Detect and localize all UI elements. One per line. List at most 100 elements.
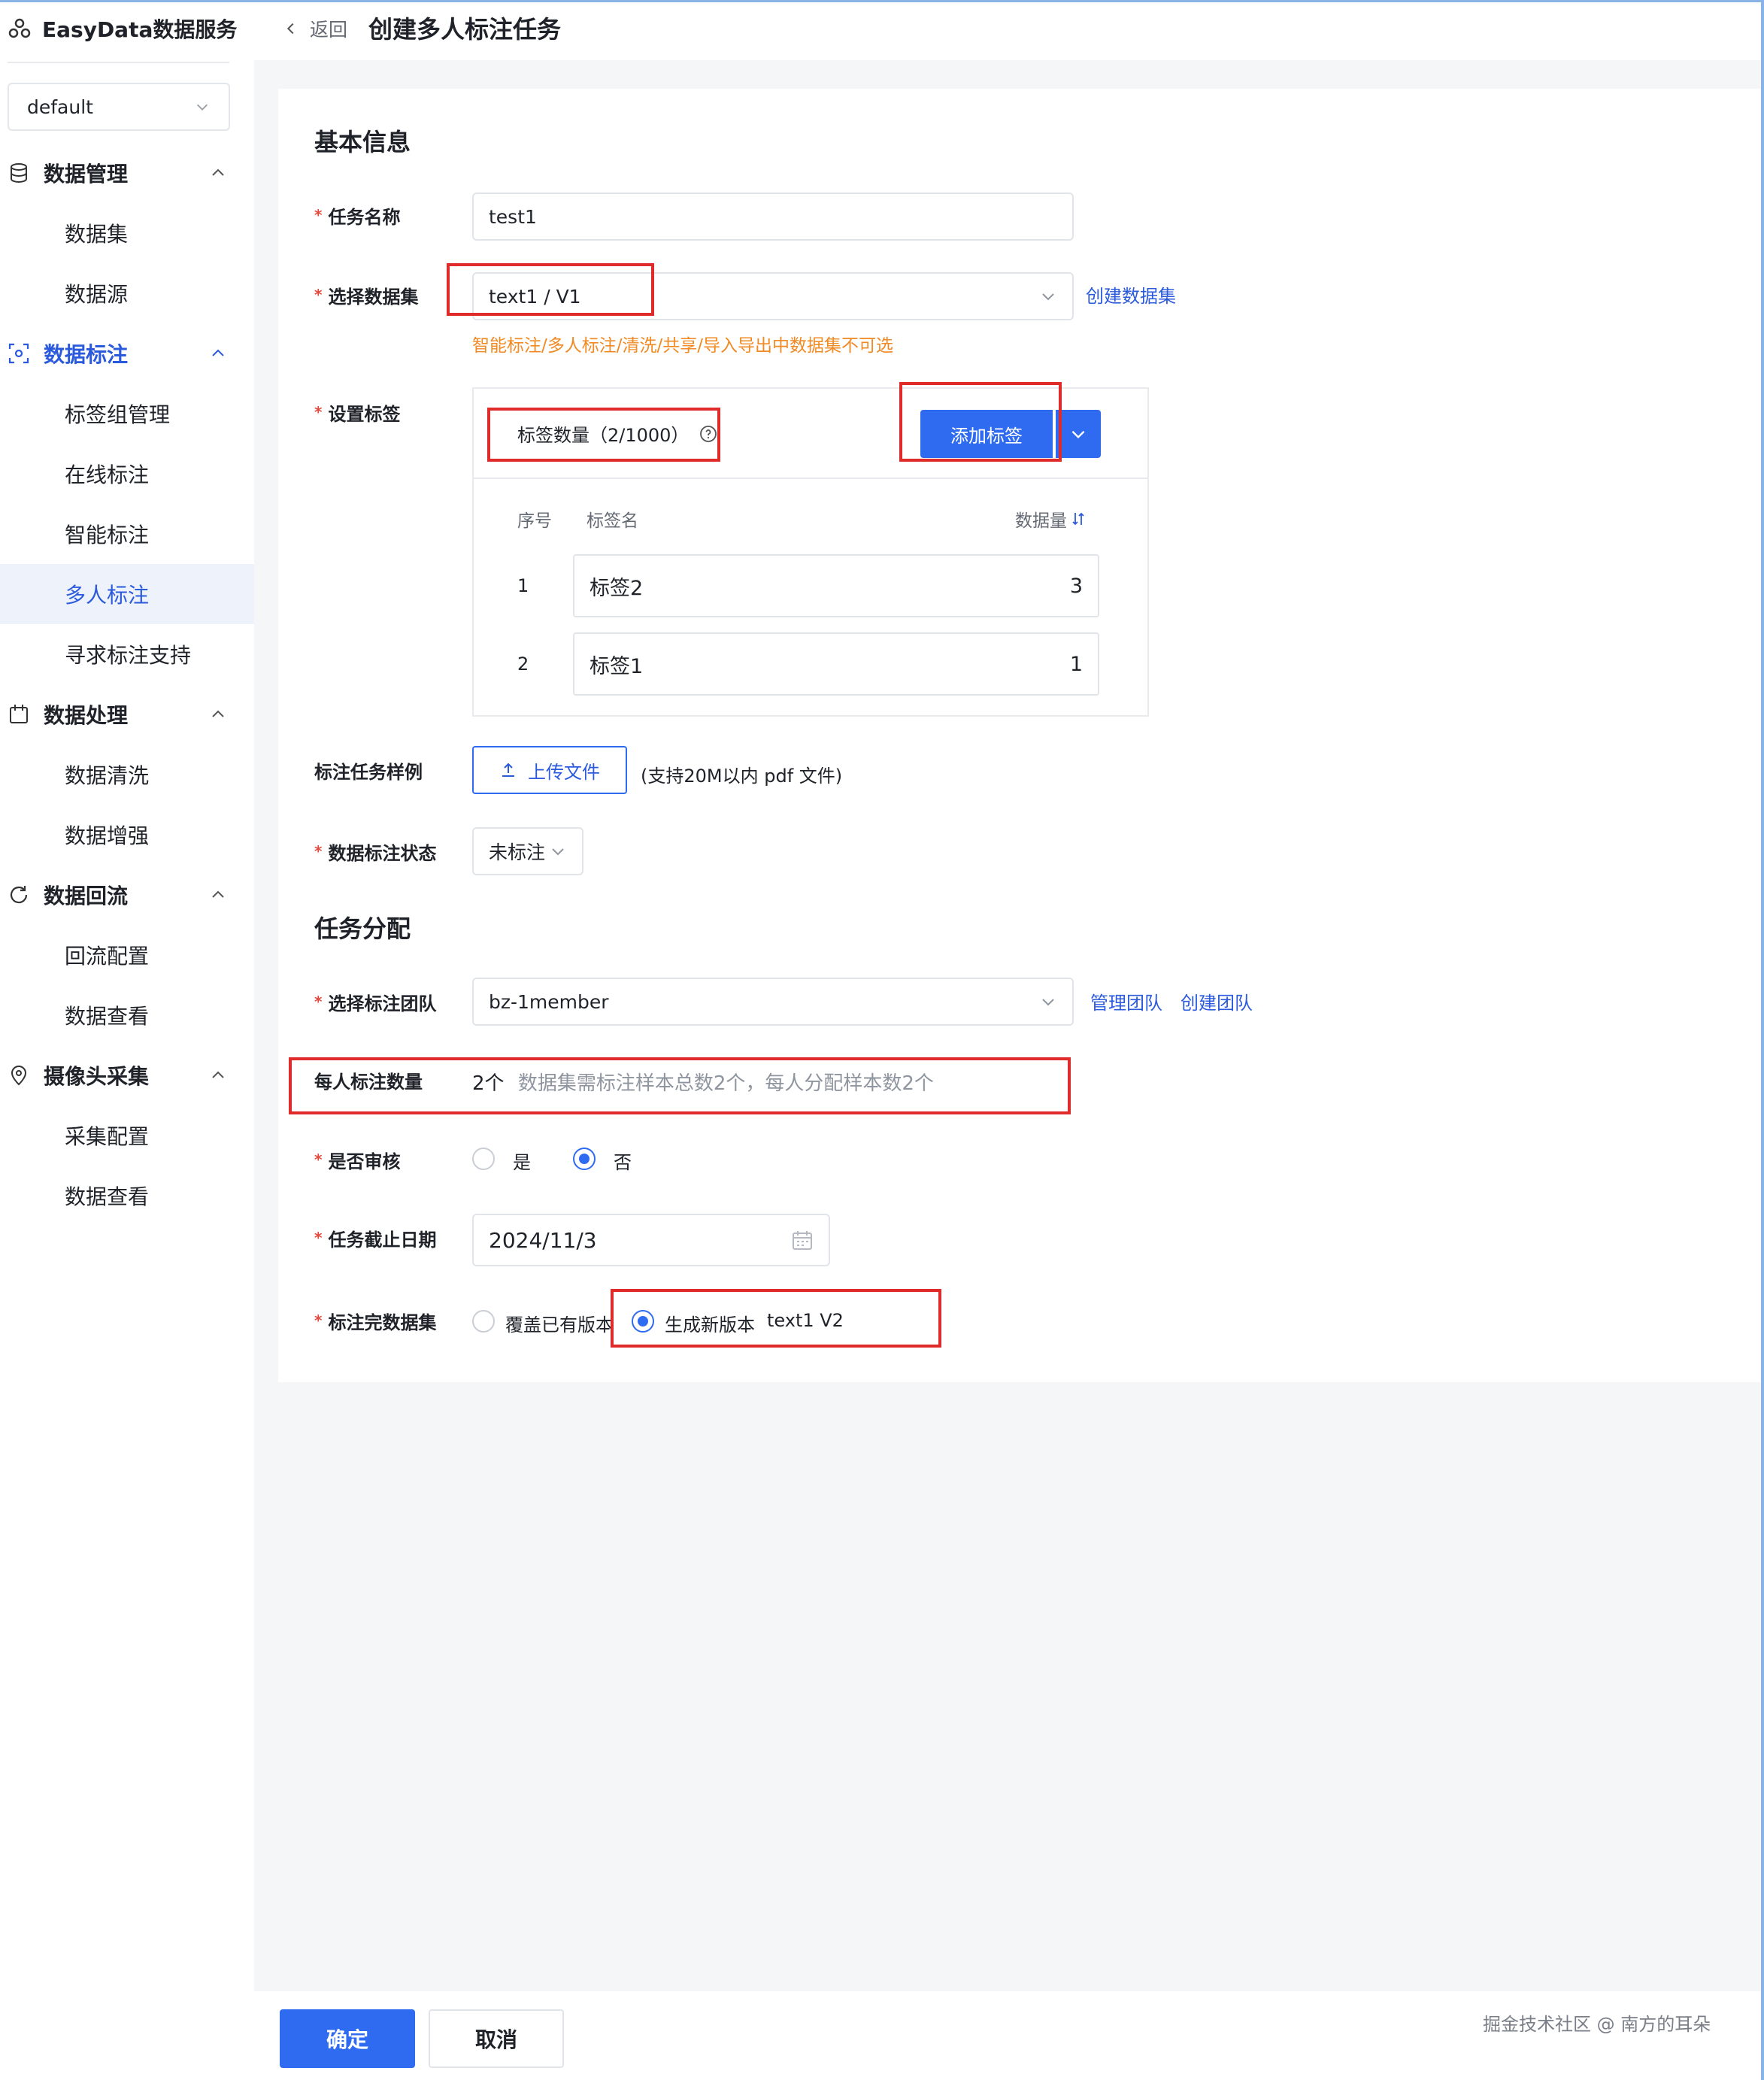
task-name-value: test1: [489, 205, 537, 228]
workspace-select[interactable]: default: [8, 83, 230, 131]
tag-name: 标签2: [590, 576, 644, 600]
task-name-input[interactable]: test1: [472, 193, 1074, 241]
tag-data-count: 1: [1069, 652, 1083, 676]
chevron-up-icon: [212, 168, 224, 176]
deadline-date-picker[interactable]: 2024/11/3: [472, 1214, 830, 1266]
review-no-radio[interactable]: [573, 1148, 596, 1170]
chevron-down-icon: [1042, 999, 1054, 1006]
label-text: 标注完数据集: [328, 1311, 437, 1333]
label-text: 数据标注状态: [328, 842, 437, 864]
add-tag-dropdown-button[interactable]: [1056, 410, 1101, 458]
chevron-up-icon: [212, 890, 224, 898]
back-button[interactable]: 返回: [283, 14, 347, 44]
status-label: * 数据标注状态: [314, 836, 436, 866]
sidebar-item-datasets[interactable]: 数据集: [0, 203, 254, 263]
location-icon: [11, 1066, 27, 1086]
nav-group-data-annotation[interactable]: 数据标注: [0, 331, 254, 376]
cancel-button[interactable]: 取消: [429, 2009, 564, 2068]
nav-group-data-backflow[interactable]: 数据回流: [0, 872, 254, 917]
nav-group-data-management[interactable]: 数据管理: [0, 150, 254, 196]
tag-row-index: 1: [517, 575, 529, 596]
nav-group-label: 数据回流: [44, 884, 129, 908]
review-label: * 是否审核: [314, 1145, 400, 1175]
tag-row[interactable]: 标签2 3: [573, 554, 1099, 617]
highlight-box: [487, 408, 720, 462]
deadline-value: 2024/11/3: [489, 1227, 597, 1253]
nav-group-label: 数据标注: [44, 342, 129, 367]
review-no-label[interactable]: 否: [614, 1148, 632, 1174]
sidebar-item-capture-config[interactable]: 采集配置: [0, 1105, 254, 1166]
tag-data-count: 3: [1069, 574, 1083, 598]
sample-label: 标注任务样例: [314, 755, 423, 785]
refresh-icon: [10, 886, 28, 904]
review-yes-radio[interactable]: [472, 1148, 495, 1170]
sort-icon: [1072, 512, 1084, 526]
form-footer: 确定 取消: [254, 1991, 1761, 2080]
sidebar-item-annotation-support[interactable]: 寻求标注支持: [0, 624, 254, 684]
required-mark: *: [314, 993, 323, 1011]
upload-file-button[interactable]: 上传文件: [472, 746, 627, 794]
watermark: 掘金技术社区 @ 南方的耳朵: [1483, 2014, 1711, 2035]
upload-button-label: 上传文件: [528, 761, 600, 783]
nav-group-camera-capture[interactable]: 摄像头采集: [0, 1053, 254, 1098]
create-team-link[interactable]: 创建团队: [1181, 988, 1253, 1014]
label-text: 标注任务样例: [314, 761, 423, 783]
calendar-icon: [793, 1231, 812, 1250]
column-header-count[interactable]: 数据量: [1015, 506, 1085, 532]
required-mark: *: [314, 1311, 323, 1330]
chevron-down-icon: [196, 104, 208, 111]
status-select[interactable]: 未标注: [472, 827, 583, 875]
sidebar-item-smart-annotation[interactable]: 智能标注: [0, 504, 254, 564]
chevron-up-icon: [212, 1071, 224, 1078]
overwrite-version-label[interactable]: 覆盖已有版本: [505, 1310, 614, 1336]
highlight-box: [611, 1289, 941, 1348]
sidebar-item-data-sources[interactable]: 数据源: [0, 263, 254, 323]
highlight-box: [447, 263, 654, 316]
label-text: 选择标注团队: [328, 993, 437, 1014]
nav-group-label: 数据处理: [44, 703, 129, 728]
create-dataset-link[interactable]: 创建数据集: [1086, 281, 1176, 308]
chevron-down-icon: [1071, 430, 1085, 439]
nav-group-label: 摄像头采集: [44, 1064, 150, 1089]
column-header-count-label: 数据量: [1015, 511, 1067, 531]
overwrite-version-radio[interactable]: [472, 1310, 495, 1333]
back-label: 返回: [310, 19, 348, 41]
required-mark: *: [314, 1151, 323, 1169]
brand[interactable]: EasyData数据服务: [8, 14, 237, 44]
sidebar-item-data-cleaning[interactable]: 数据清洗: [0, 744, 254, 805]
divider: [474, 478, 1147, 479]
team-label: * 选择标注团队: [314, 987, 436, 1017]
review-yes-label[interactable]: 是: [513, 1148, 531, 1174]
sidebar-item-multi-annotation[interactable]: 多人标注: [0, 564, 254, 624]
sidebar: EasyData数据服务 default 数据管理 数据集 数据源 数据标注 标…: [0, 0, 254, 2080]
label-text: 选择数据集: [328, 286, 419, 308]
team-select[interactable]: bz-1member: [472, 978, 1074, 1026]
page-title: 创建多人标注任务: [368, 15, 562, 44]
sidebar-item-data-augmentation[interactable]: 数据增强: [0, 805, 254, 865]
divider: [8, 62, 229, 63]
sidebar-item-backflow-config[interactable]: 回流配置: [0, 925, 254, 985]
nav-group-data-processing[interactable]: 数据处理: [0, 692, 254, 737]
dataset-hint: 智能标注/多人标注/清洗/共享/导入导出中数据集不可选: [472, 336, 893, 356]
sidebar-item-tag-groups[interactable]: 标签组管理: [0, 384, 254, 444]
highlight-box: [289, 1057, 1071, 1114]
database-icon: [11, 163, 27, 183]
manage-team-link[interactable]: 管理团队: [1090, 988, 1162, 1014]
sidebar-item-backflow-data-view[interactable]: 数据查看: [0, 985, 254, 1045]
brand-logo-icon: [8, 18, 31, 38]
required-mark: *: [314, 286, 323, 304]
brand-name: EasyData数据服务: [42, 17, 238, 42]
sidebar-item-capture-data-view[interactable]: 数据查看: [0, 1166, 254, 1226]
tag-row-index: 2: [517, 653, 529, 675]
column-header-index: 序号: [517, 511, 552, 531]
column-header-name: 标签名: [586, 511, 638, 531]
sidebar-item-online-annotation[interactable]: 在线标注: [0, 444, 254, 504]
confirm-button[interactable]: 确定: [280, 2009, 415, 2068]
section-title-basic: 基本信息: [314, 128, 411, 156]
processing-icon: [10, 705, 28, 723]
upload-hint: (支持20M以内 pdf 文件): [641, 766, 843, 787]
chevron-down-icon: [1042, 293, 1054, 301]
team-value: bz-1member: [489, 990, 609, 1013]
tag-row[interactable]: 标签1 1: [573, 632, 1099, 696]
required-mark: *: [314, 403, 323, 421]
